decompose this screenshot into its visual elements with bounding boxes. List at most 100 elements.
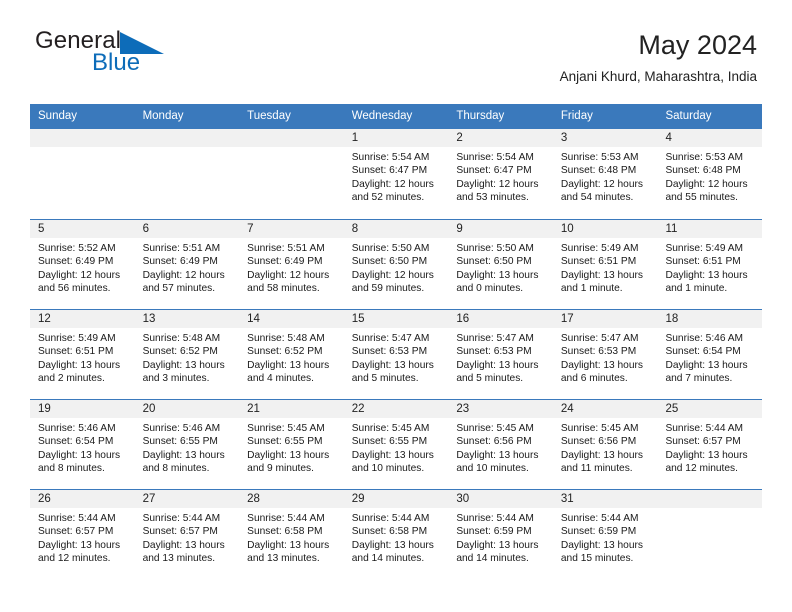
day-cell[interactable]: 15 Sunrise: 5:47 AM Sunset: 6:53 PM Dayligh…	[343, 310, 449, 399]
general-blue-logo[interactable]: General Blue	[35, 28, 295, 88]
daylight-text-line1: Daylight: 12 hours	[665, 178, 748, 190]
day-cell[interactable]: 5 Sunrise: 5:52 AM Sunset: 6:49 PM Daylight…	[30, 220, 135, 309]
sunrise-text: Sunrise: 5:49 AM	[38, 333, 116, 344]
daylight-text-line2: and 3 minutes.	[142, 373, 210, 385]
day-cell[interactable]: 12 Sunrise: 5:49 AM Sunset: 6:51 PM Dayligh…	[30, 310, 135, 399]
daylight-text-line2: and 5 minutes.	[351, 373, 419, 385]
sunrise-text: Sunrise: 5:53 AM	[665, 152, 744, 163]
day-number: 21	[239, 400, 344, 418]
daylight-text-line1: Daylight: 13 hours	[665, 359, 748, 371]
day-cell[interactable]: 13 Sunrise: 5:48 AM Sunset: 6:52 PM Dayligh…	[134, 310, 240, 399]
day-cell[interactable]: 28 Sunrise: 5:44 AM Sunset: 6:58 PM Dayligh…	[239, 490, 344, 579]
daylight-text-line1: Daylight: 13 hours	[142, 359, 225, 371]
daylight-text-line2: and 14 minutes.	[351, 553, 425, 565]
day-cell[interactable]: 9 Sunrise: 5:50 AM Sunset: 6:50 PM Daylight…	[448, 220, 553, 309]
day-cell[interactable]: 3 Sunrise: 5:53 AM Sunset: 6:48 PM Daylight…	[552, 129, 658, 219]
sunset-text: Sunset: 6:51 PM	[665, 256, 741, 268]
day-details: Sunrise: 5:45 AM Sunset: 6:55 PM Daylight:…	[344, 418, 449, 476]
day-cell[interactable]: 20 Sunrise: 5:46 AM Sunset: 6:55 PM Dayligh…	[134, 400, 240, 489]
day-cell[interactable]: 22 Sunrise: 5:45 AM Sunset: 6:55 PM Dayligh…	[343, 400, 449, 489]
day-details: Sunrise: 5:44 AM Sunset: 6:59 PM Daylight:…	[553, 508, 658, 566]
week-row: 5 Sunrise: 5:52 AM Sunset: 6:49 PM Daylight…	[30, 219, 763, 309]
sunset-text: Sunset: 6:55 PM	[351, 436, 428, 448]
sunrise-text: Sunrise: 5:49 AM	[560, 243, 639, 254]
day-cell[interactable]: 14 Sunrise: 5:48 AM Sunset: 6:52 PM Dayligh…	[239, 310, 344, 399]
sunset-text: Sunset: 6:56 PM	[560, 436, 637, 448]
day-cell[interactable]: 17 Sunrise: 5:47 AM Sunset: 6:53 PM Dayligh…	[552, 310, 658, 399]
day-cell[interactable]	[657, 490, 763, 579]
day-cell[interactable]: 24 Sunrise: 5:45 AM Sunset: 6:56 PM Dayligh…	[552, 400, 658, 489]
day-cell[interactable]	[239, 129, 344, 219]
sunrise-text: Sunrise: 5:44 AM	[142, 513, 221, 524]
sunset-text: Sunset: 6:52 PM	[247, 346, 323, 358]
daylight-text-line1: Daylight: 13 hours	[560, 269, 644, 281]
day-cell[interactable]: 1 Sunrise: 5:54 AM Sunset: 6:47 PM Daylight…	[343, 129, 449, 219]
daylight-text-line1: Daylight: 12 hours	[351, 269, 434, 281]
daylight-text-line2: and 54 minutes.	[560, 192, 634, 204]
day-cell[interactable]: 7 Sunrise: 5:51 AM Sunset: 6:49 PM Daylight…	[239, 220, 344, 309]
day-cell[interactable]: 4 Sunrise: 5:53 AM Sunset: 6:48 PM Daylight…	[657, 129, 763, 219]
day-cell[interactable]: 8 Sunrise: 5:50 AM Sunset: 6:50 PM Daylight…	[343, 220, 449, 309]
sunset-text: Sunset: 6:49 PM	[247, 256, 323, 268]
day-details: Sunrise: 5:51 AM Sunset: 6:49 PM Daylight:…	[239, 238, 344, 296]
daylight-text-line2: and 12 minutes.	[665, 463, 738, 475]
day-details: Sunrise: 5:44 AM Sunset: 6:58 PM Daylight:…	[239, 508, 344, 566]
sunset-text: Sunset: 6:53 PM	[560, 346, 637, 358]
daylight-text-line1: Daylight: 13 hours	[560, 359, 644, 371]
day-cell[interactable]: 27 Sunrise: 5:44 AM Sunset: 6:57 PM Dayligh…	[134, 490, 240, 579]
title-block: May 2024 Anjani Khurd, Maharashtra, Indi…	[560, 28, 757, 87]
day-cell[interactable]: 30 Sunrise: 5:44 AM Sunset: 6:59 PM Dayligh…	[448, 490, 553, 579]
day-cell[interactable]: 26 Sunrise: 5:44 AM Sunset: 6:57 PM Dayligh…	[30, 490, 135, 579]
day-number	[657, 490, 763, 508]
sunset-text: Sunset: 6:56 PM	[456, 436, 532, 448]
day-cell[interactable]: 6 Sunrise: 5:51 AM Sunset: 6:49 PM Daylight…	[134, 220, 240, 309]
day-number: 16	[448, 310, 553, 328]
daylight-text-line1: Daylight: 13 hours	[560, 539, 644, 551]
day-details: Sunrise: 5:46 AM Sunset: 6:54 PM Daylight:…	[30, 418, 135, 476]
day-cell[interactable]	[30, 129, 135, 219]
day-cell[interactable]: 2 Sunrise: 5:54 AM Sunset: 6:47 PM Daylight…	[448, 129, 553, 219]
day-number: 12	[30, 310, 135, 328]
day-cell[interactable]	[134, 129, 240, 219]
day-cell[interactable]: 31 Sunrise: 5:44 AM Sunset: 6:59 PM Dayligh…	[552, 490, 658, 579]
day-number: 8	[343, 220, 449, 238]
daylight-text-line2: and 13 minutes.	[247, 553, 320, 565]
daylight-text-line2: and 10 minutes.	[456, 463, 529, 475]
day-details: Sunrise: 5:47 AM Sunset: 6:53 PM Daylight:…	[553, 328, 658, 386]
day-cell[interactable]: 29 Sunrise: 5:44 AM Sunset: 6:58 PM Dayligh…	[343, 490, 449, 579]
day-number: 23	[448, 400, 553, 418]
day-cell[interactable]: 25 Sunrise: 5:44 AM Sunset: 6:57 PM Dayligh…	[657, 400, 763, 489]
day-cell[interactable]: 18 Sunrise: 5:46 AM Sunset: 6:54 PM Dayligh…	[657, 310, 763, 399]
sunset-text: Sunset: 6:57 PM	[142, 526, 218, 538]
day-number: 18	[657, 310, 763, 328]
day-cell[interactable]: 19 Sunrise: 5:46 AM Sunset: 6:54 PM Dayligh…	[30, 400, 135, 489]
sunset-text: Sunset: 6:55 PM	[247, 436, 323, 448]
day-cell[interactable]: 11 Sunrise: 5:49 AM Sunset: 6:51 PM Dayligh…	[657, 220, 763, 309]
daylight-text-line2: and 1 minute.	[560, 283, 623, 295]
sunrise-text: Sunrise: 5:45 AM	[351, 423, 430, 434]
day-number: 7	[239, 220, 344, 238]
weekday-header-tuesday: Tuesday	[247, 110, 291, 122]
sunset-text: Sunset: 6:57 PM	[38, 526, 114, 538]
day-number: 28	[239, 490, 344, 508]
day-cell[interactable]: 16 Sunrise: 5:47 AM Sunset: 6:53 PM Dayligh…	[448, 310, 553, 399]
daylight-text-line1: Daylight: 13 hours	[38, 449, 121, 461]
day-number: 26	[30, 490, 135, 508]
daylight-text-line1: Daylight: 13 hours	[351, 359, 434, 371]
weekday-header-saturday: Saturday	[665, 110, 712, 122]
sunset-text: Sunset: 6:58 PM	[247, 526, 323, 538]
day-cell[interactable]: 23 Sunrise: 5:45 AM Sunset: 6:56 PM Dayligh…	[448, 400, 553, 489]
sunrise-text: Sunrise: 5:44 AM	[351, 513, 430, 524]
day-details: Sunrise: 5:44 AM Sunset: 6:57 PM Daylight:…	[30, 508, 135, 566]
day-number: 10	[552, 220, 658, 238]
daylight-text-line1: Daylight: 13 hours	[456, 269, 539, 281]
page-header: General Blue May 2024 Anjani Khurd, Maha…	[35, 28, 757, 98]
daylight-text-line1: Daylight: 13 hours	[351, 449, 434, 461]
day-details: Sunrise: 5:47 AM Sunset: 6:53 PM Daylight:…	[448, 328, 553, 386]
week-row: 12 Sunrise: 5:49 AM Sunset: 6:51 PM Dayligh…	[30, 309, 763, 399]
day-cell[interactable]: 21 Sunrise: 5:45 AM Sunset: 6:55 PM Dayligh…	[239, 400, 344, 489]
day-number: 11	[657, 220, 763, 238]
sunrise-text: Sunrise: 5:48 AM	[142, 333, 221, 344]
day-cell[interactable]: 10 Sunrise: 5:49 AM Sunset: 6:51 PM Dayligh…	[552, 220, 658, 309]
week-row: 26 Sunrise: 5:44 AM Sunset: 6:57 PM Dayligh…	[30, 489, 763, 579]
